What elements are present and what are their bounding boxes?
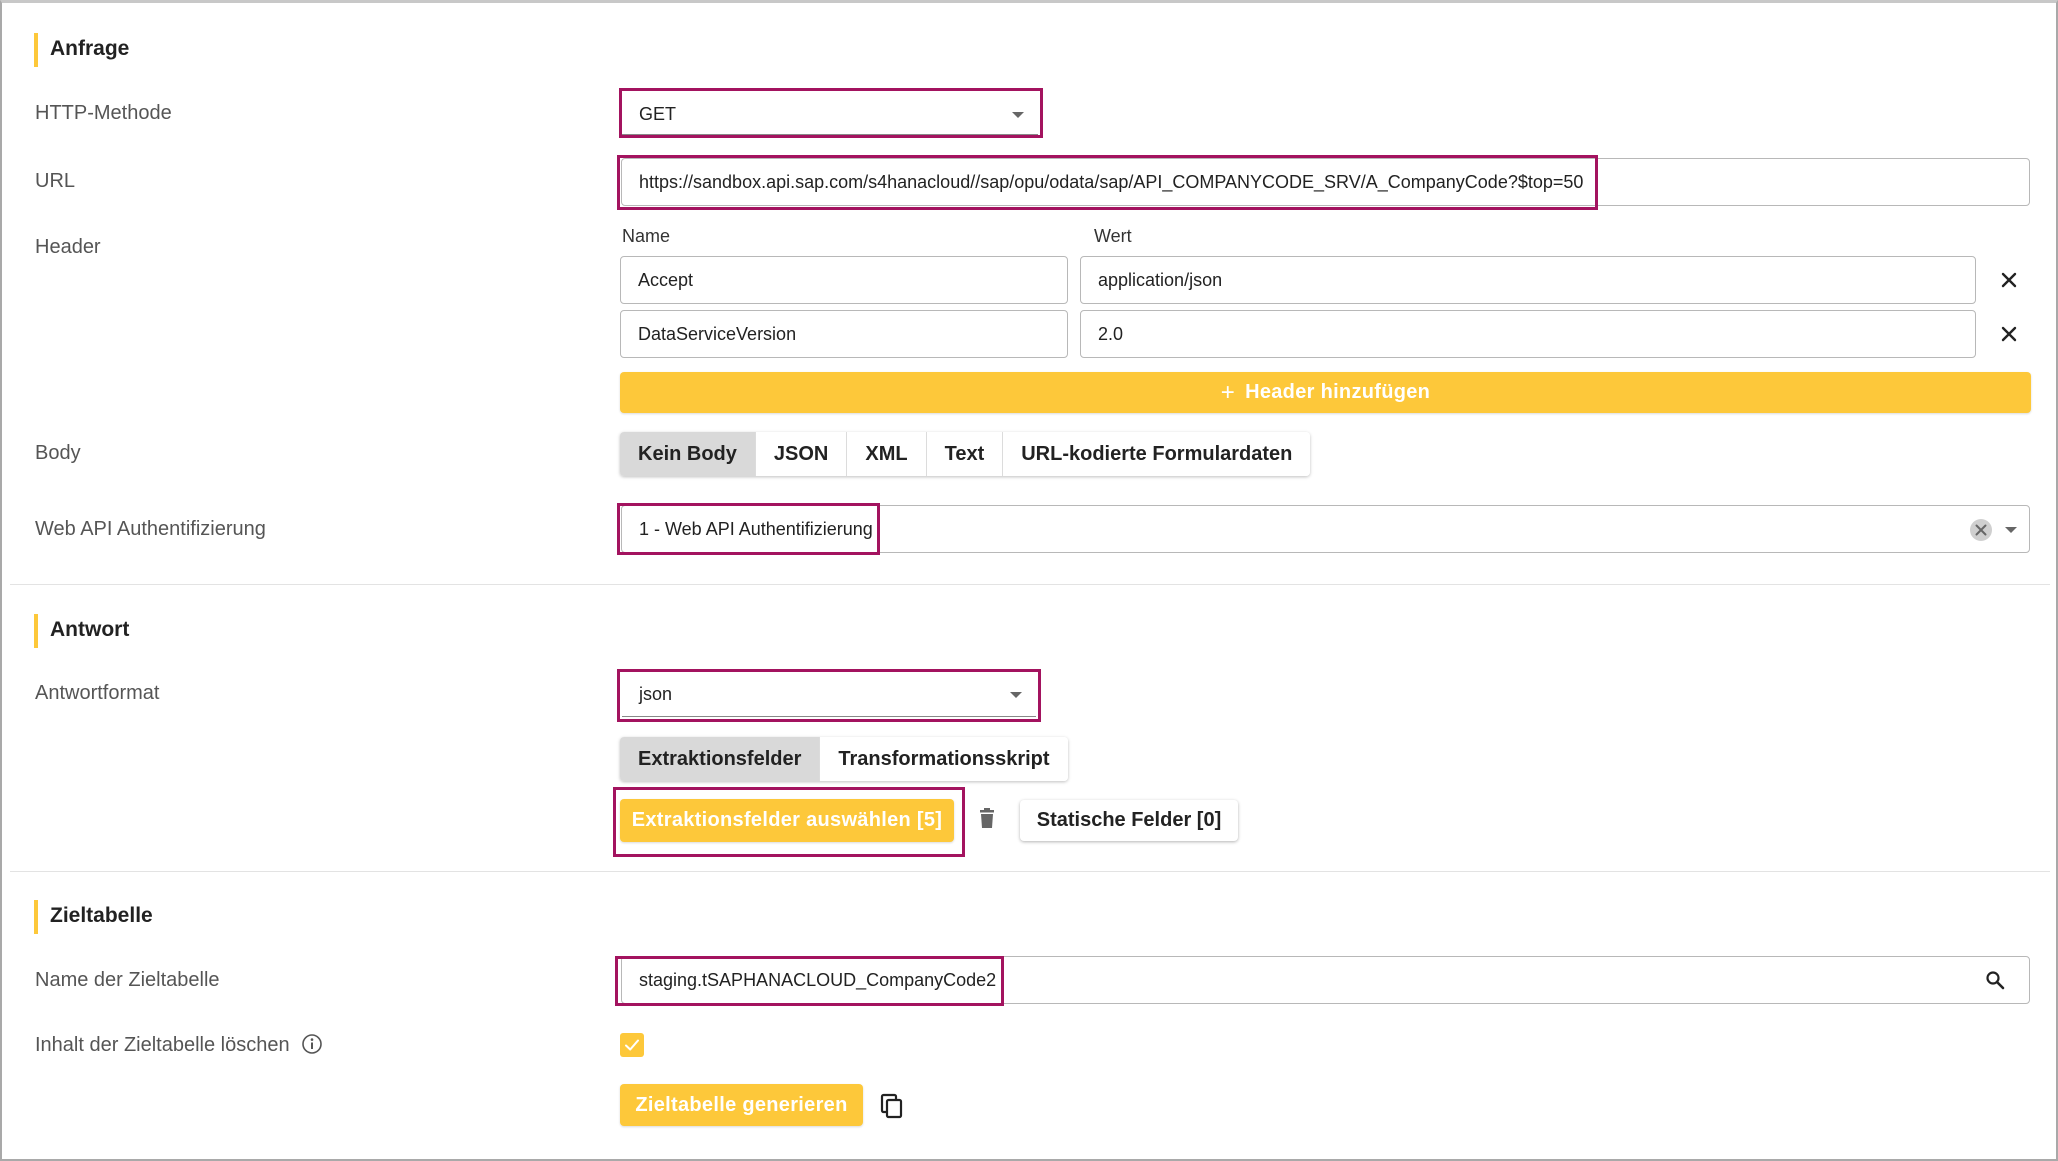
url-label: URL [35, 170, 76, 192]
add-header-label: Header hinzufügen [1245, 381, 1431, 403]
body-option-urlencoded[interactable]: URL-kodierte Formulardaten [1003, 432, 1311, 476]
section-title-request: Anfrage [34, 33, 129, 67]
generate-target-table-button[interactable]: Zieltabelle generieren [620, 1084, 863, 1126]
url-value: https://sandbox.api.sap.com/s4hanacloud/… [639, 171, 1584, 192]
chevron-down-icon [1010, 692, 1022, 698]
http-method-value: GET [639, 104, 677, 124]
header-name-input[interactable]: Accept [620, 256, 1068, 304]
header-value-input[interactable]: 2.0 [1080, 310, 1976, 358]
generate-target-table-label: Zieltabelle generieren [635, 1093, 848, 1116]
body-option-xml[interactable]: XML [847, 432, 927, 476]
target-table-name-label: Name der Zieltabelle [35, 969, 220, 991]
response-format-label: Antwortformat [35, 682, 160, 704]
plus-icon: + [1220, 378, 1236, 406]
info-icon[interactable] [301, 1033, 323, 1055]
chevron-down-icon [1012, 112, 1024, 118]
header-name-value: Accept [638, 269, 694, 290]
auth-select[interactable]: 1 - Web API Authentifizierung [621, 505, 2030, 553]
body-label: Body [35, 442, 81, 464]
body-type-toggle: Kein Body JSON XML Text URL-kodierte For… [620, 432, 1311, 476]
url-input[interactable]: https://sandbox.api.sap.com/s4hanacloud/… [621, 158, 2030, 206]
body-option-none[interactable]: Kein Body [620, 432, 756, 476]
copy-icon[interactable] [880, 1093, 904, 1119]
header-value-input[interactable]: application/json [1080, 256, 1976, 304]
target-table-name-value: staging.tSAPHANACLOUD_CompanyCode2 [639, 969, 997, 990]
search-icon[interactable] [1985, 970, 2005, 990]
header-label: Header [35, 236, 101, 258]
header-name-value: DataServiceVersion [638, 323, 797, 344]
chevron-down-icon [2005, 527, 2017, 533]
response-tab-toggle: Extraktionsfelder Transformationsskript [620, 737, 1068, 781]
auth-value: 1 - Web API Authentifizierung [639, 518, 873, 539]
section-divider [10, 871, 2050, 872]
header-value-column: Wert [1094, 226, 1132, 246]
body-option-json[interactable]: JSON [755, 432, 848, 476]
close-icon[interactable] [1998, 269, 2020, 291]
auth-label: Web API Authentifizierung [35, 518, 266, 540]
select-extraction-fields-label: Extraktionsfelder auswählen [5] [631, 809, 943, 831]
http-method-label: HTTP-Methode [35, 102, 172, 124]
clear-icon[interactable] [1969, 518, 1993, 542]
close-icon[interactable] [1998, 323, 2020, 345]
response-format-value: json [639, 684, 673, 704]
clear-target-checkbox[interactable] [620, 1033, 644, 1057]
response-format-select[interactable]: json [622, 673, 1036, 717]
header-value-value: 2.0 [1098, 323, 1124, 344]
body-option-text[interactable]: Text [926, 432, 1004, 476]
clear-target-label: Inhalt der Zieltabelle löschen [35, 1032, 323, 1058]
header-name-input[interactable]: DataServiceVersion [620, 310, 1068, 358]
http-method-select[interactable]: GET [622, 95, 1038, 135]
section-divider [10, 584, 2050, 585]
header-value-value: application/json [1098, 269, 1223, 290]
static-fields-button[interactable]: Statische Felder [0] [1020, 800, 1238, 841]
static-fields-label: Statische Felder [0] [1036, 809, 1222, 831]
clear-target-label-text: Inhalt der Zieltabelle löschen [35, 1034, 290, 1056]
add-header-button[interactable]: + Header hinzufügen [620, 372, 2031, 413]
header-name-column: Name [622, 226, 671, 246]
tab-transformation-script[interactable]: Transformationsskript [820, 737, 1068, 781]
target-table-name-input[interactable]: staging.tSAPHANACLOUD_CompanyCode2 [621, 956, 2030, 1004]
check-icon [625, 1039, 639, 1051]
tab-extraction-fields[interactable]: Extraktionsfelder [620, 737, 821, 781]
select-extraction-fields-button[interactable]: Extraktionsfelder auswählen [5] [620, 799, 954, 842]
section-title-response: Antwort [34, 614, 129, 648]
trash-icon[interactable] [977, 808, 997, 830]
section-title-target: Zieltabelle [34, 900, 153, 934]
